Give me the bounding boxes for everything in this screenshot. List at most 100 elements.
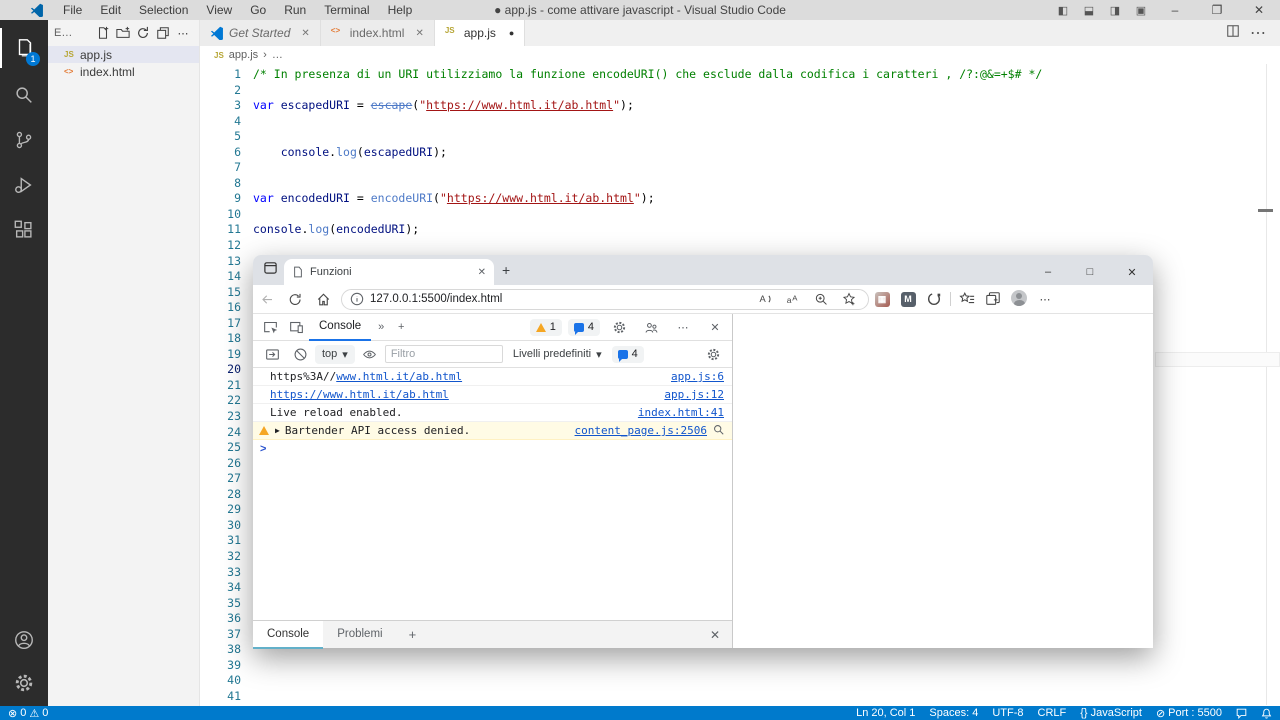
breadcrumb-file[interactable]: app.js	[229, 49, 258, 61]
source-link[interactable]: content_page.js:2506	[575, 424, 707, 437]
log-levels-selector[interactable]: Livelli predefiniti▾	[513, 348, 602, 361]
toggle-sidebar-icon[interactable]: ◧	[1050, 4, 1076, 17]
new-file-icon[interactable]	[93, 26, 113, 40]
code-line[interactable]	[253, 83, 1042, 99]
warnings-badge[interactable]: 1	[530, 319, 562, 336]
feedback-people-icon[interactable]	[638, 320, 664, 335]
editor-more-actions-icon[interactable]: ⋯	[1250, 23, 1266, 43]
browser-tab[interactable]: Funzioni ✕	[284, 259, 494, 285]
tab-actions-icon[interactable]	[263, 260, 278, 278]
problems-status[interactable]: ⊗0 ⚠0	[8, 707, 48, 720]
feedback-icon[interactable]	[1236, 708, 1247, 719]
explorer-more-actions-icon[interactable]: ⋯	[173, 27, 193, 40]
settings-gear-icon[interactable]	[0, 663, 48, 703]
drawer-tab-problemi[interactable]: Problemi	[323, 621, 396, 649]
encoding[interactable]: UTF-8	[992, 707, 1023, 719]
url-text[interactable]: 127.0.0.1:5500/index.html	[370, 293, 502, 305]
source-link[interactable]: index.html:41	[638, 406, 724, 419]
code-line[interactable]: console.log(encodedURI);	[253, 222, 1042, 238]
split-editor-icon[interactable]	[1226, 24, 1240, 43]
messages-badge[interactable]: 4	[568, 319, 600, 336]
more-panels-icon[interactable]: »	[371, 321, 391, 333]
overview-ruler[interactable]	[1266, 64, 1267, 705]
favorites-hub-icon[interactable]	[954, 291, 980, 307]
code-line[interactable]	[253, 207, 1042, 223]
tab-close-icon[interactable]: ✕	[301, 28, 309, 39]
code-line[interactable]	[253, 238, 1042, 254]
refresh-icon[interactable]	[281, 292, 309, 307]
inspect-element-icon[interactable]	[257, 320, 283, 335]
code-line[interactable]: var escapedURI = escape("https://www.htm…	[253, 98, 1042, 114]
menu-run[interactable]: Run	[275, 3, 315, 17]
accounts-icon[interactable]	[0, 620, 48, 660]
home-icon[interactable]	[309, 292, 337, 307]
toggle-secondary-sidebar-icon[interactable]: ◨	[1102, 4, 1128, 17]
notifications-bell-icon[interactable]	[1261, 708, 1272, 719]
favorite-star-icon[interactable]	[838, 292, 860, 306]
live-server-port[interactable]: ⊘ Port : 5500	[1156, 707, 1222, 720]
console-settings-gear-icon[interactable]	[700, 347, 726, 362]
toggle-panel-icon[interactable]: ⬓	[1076, 4, 1102, 17]
code-line[interactable]	[253, 160, 1042, 176]
browser-menu-icon[interactable]: ⋯	[1032, 293, 1058, 306]
source-link[interactable]: app.js:12	[664, 388, 724, 401]
levels-messages-badge[interactable]: 4	[612, 346, 644, 363]
clear-console-icon[interactable]	[287, 347, 313, 362]
menu-edit[interactable]: Edit	[91, 3, 130, 17]
menu-help[interactable]: Help	[379, 3, 422, 17]
code-line[interactable]: /* In presenza di un URI utilizziamo la …	[253, 67, 1042, 83]
source-link[interactable]: app.js:6	[671, 370, 724, 383]
tab-close-icon[interactable]: ✕	[478, 267, 486, 278]
code-line[interactable]: console.log(escapedURI);	[253, 145, 1042, 161]
drawer-add-tab-icon[interactable]: +	[397, 627, 429, 642]
search-icon[interactable]	[0, 75, 48, 115]
console-sidebar-icon[interactable]	[259, 347, 285, 362]
expand-arrow-icon[interactable]: ▶	[275, 426, 280, 435]
refresh-explorer-icon[interactable]	[133, 26, 153, 40]
console-prompt[interactable]: >	[253, 440, 732, 458]
console-filter-input[interactable]	[385, 345, 503, 363]
file-item-index.html[interactable]: <>index.html	[48, 63, 199, 80]
add-panel-icon[interactable]: +	[391, 321, 411, 333]
collapse-folders-icon[interactable]	[153, 26, 173, 40]
devtools-tab-console[interactable]: Console	[309, 314, 371, 341]
window-restore-button[interactable]: ❐	[1196, 0, 1238, 20]
devtools-more-icon[interactable]: ⋯	[670, 321, 696, 334]
eye-watch-icon[interactable]	[357, 347, 383, 362]
menu-terminal[interactable]: Terminal	[315, 3, 378, 17]
extensions-icon[interactable]	[0, 210, 48, 250]
search-magnifier-icon[interactable]	[713, 424, 724, 438]
customize-layout-icon[interactable]: ▣	[1128, 4, 1154, 17]
bartender-extension-icon[interactable]: ▦	[869, 292, 895, 307]
translate-icon[interactable]: aA	[782, 292, 804, 306]
language-mode[interactable]: {} JavaScript	[1080, 707, 1142, 719]
collections-icon[interactable]	[980, 291, 1006, 307]
tab-close-icon[interactable]: ✕	[415, 28, 423, 39]
breadcrumb[interactable]: JS app.js › …	[200, 46, 1280, 64]
zoom-icon[interactable]	[810, 292, 832, 306]
devtools-settings-gear-icon[interactable]	[606, 320, 632, 335]
browser-minimize-button[interactable]: –	[1027, 266, 1069, 279]
tab-index.html[interactable]: <>index.html✕	[321, 20, 435, 46]
file-item-app.js[interactable]: JSapp.js	[48, 46, 199, 63]
modified-dot-icon[interactable]: ●	[509, 28, 514, 38]
new-folder-icon[interactable]	[113, 26, 133, 40]
m-extension-icon[interactable]: M	[895, 292, 921, 307]
tab-app.js[interactable]: JSapp.js●	[435, 20, 525, 46]
tab-get-started[interactable]: Get Started✕	[200, 20, 321, 46]
devtools-close-icon[interactable]: ✕	[702, 321, 728, 334]
code-line[interactable]	[253, 114, 1042, 130]
code-line[interactable]	[253, 129, 1042, 145]
code-line[interactable]	[253, 176, 1042, 192]
site-info-icon[interactable]	[350, 292, 364, 306]
cursor-position[interactable]: Ln 20, Col 1	[856, 707, 915, 719]
drawer-close-icon[interactable]: ✕	[710, 628, 732, 642]
back-icon[interactable]	[253, 292, 281, 307]
explorer-icon[interactable]: 1	[0, 28, 48, 68]
menu-selection[interactable]: Selection	[130, 3, 197, 17]
message-link[interactable]: www.html.it/ab.html	[336, 370, 462, 383]
menu-view[interactable]: View	[197, 3, 241, 17]
read-aloud-icon[interactable]: A	[754, 292, 776, 306]
code-line[interactable]	[253, 658, 1042, 674]
address-bar[interactable]: 127.0.0.1:5500/index.html A aA	[341, 289, 869, 310]
